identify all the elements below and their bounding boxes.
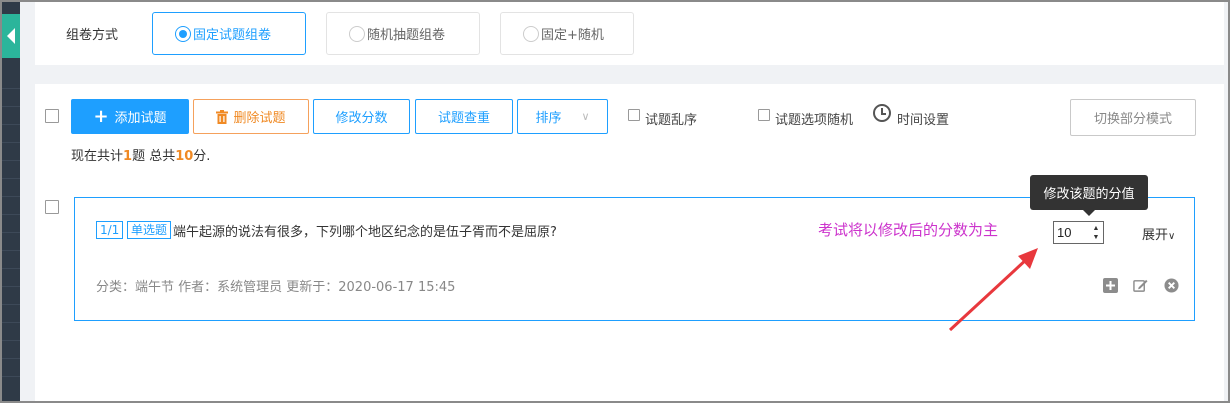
question-meta: 分类：端午节 作者：系统管理员 更新于：2020-06-17 15:45 (96, 280, 456, 295)
chevron-down-icon: ∨ (1168, 231, 1176, 242)
summary-suffix: 分. (193, 149, 211, 164)
add-question-label: 添加试题 (114, 111, 167, 126)
expand-toggle[interactable]: 展开∨ (1142, 224, 1175, 243)
summary-prefix: 现在共计 (71, 149, 124, 164)
time-setting-link[interactable]: 时间设置 (897, 109, 949, 128)
question-checkbox[interactable] (45, 200, 59, 214)
shuffle-options-label: 试题选项随机 (775, 113, 854, 128)
expand-label: 展开 (1142, 228, 1169, 243)
summary-middle: 题 总共 (132, 149, 176, 164)
radio-dot-icon (175, 25, 191, 42)
delete-question-button[interactable]: 删除试题 (193, 99, 309, 134)
total-score: 10 (175, 149, 194, 164)
question-index-tag: 1/1 (96, 221, 124, 239)
question-text: 端午起源的说法有很多，下列哪个地区纪念的是伍子胥而不是屈原? (173, 225, 557, 240)
select-all-checkbox[interactable] (45, 109, 59, 123)
add-question-button[interactable]: + 添加试题 (71, 99, 189, 134)
shuffle-options-checkbox[interactable] (758, 109, 770, 121)
edit-icon[interactable] (1133, 278, 1148, 293)
spin-down-icon[interactable]: ▼ (1091, 233, 1101, 242)
question-summary: 现在共计1题 总共10分. (71, 145, 210, 164)
compose-method-label: 组卷方式 (66, 28, 119, 43)
sidebar-collapse-toggle[interactable] (2, 14, 20, 58)
plus-icon: + (93, 105, 109, 127)
dedupe-button[interactable]: 试题查重 (415, 99, 513, 134)
sidebar (2, 2, 20, 401)
annotation-arrow (948, 248, 1038, 332)
score-tooltip: 修改该题的分值 (1030, 175, 1148, 216)
window-frame: 组卷方式 固定试题组卷 随机抽题组卷 固定+随机 + 添加试题 删除试题 修改分… (0, 0, 1230, 403)
sort-label: 排序 (535, 111, 562, 126)
score-input[interactable]: 10 ▲ ▼ (1053, 221, 1104, 244)
option-fixed-label: 固定试题组卷 (193, 28, 272, 43)
delete-question-label: 删除试题 (233, 111, 286, 126)
question-count: 1 (123, 149, 133, 164)
shuffle-questions-label: 试题乱序 (645, 113, 698, 128)
score-annotation: 考试将以修改后的分数为主 (818, 221, 999, 239)
shuffle-questions-checkbox[interactable] (628, 109, 640, 121)
switch-mode-button[interactable]: 切换部分模式 (1070, 99, 1196, 136)
edit-score-button[interactable]: 修改分数 (313, 99, 410, 134)
option-mixed[interactable]: 固定+随机 (500, 12, 634, 55)
close-circle-icon[interactable] (1164, 278, 1179, 293)
sort-dropdown[interactable]: 排序 ∨ (517, 99, 608, 134)
plus-square-icon[interactable] (1103, 278, 1118, 293)
trash-icon (216, 109, 229, 124)
clock-icon (873, 104, 891, 122)
radio-dot-icon (349, 25, 365, 42)
option-fixed[interactable]: 固定试题组卷 (152, 12, 306, 55)
chevron-down-icon: ∨ (581, 110, 590, 123)
radio-dot-icon (523, 25, 539, 42)
gutter (20, 2, 35, 401)
option-random-label: 随机抽题组卷 (367, 28, 446, 43)
question-type-tag: 单选题 (127, 221, 172, 239)
option-mixed-label: 固定+随机 (541, 28, 604, 43)
option-random[interactable]: 随机抽题组卷 (326, 12, 480, 55)
spin-up-icon[interactable]: ▲ (1091, 224, 1101, 233)
score-value: 10 (1057, 225, 1072, 240)
